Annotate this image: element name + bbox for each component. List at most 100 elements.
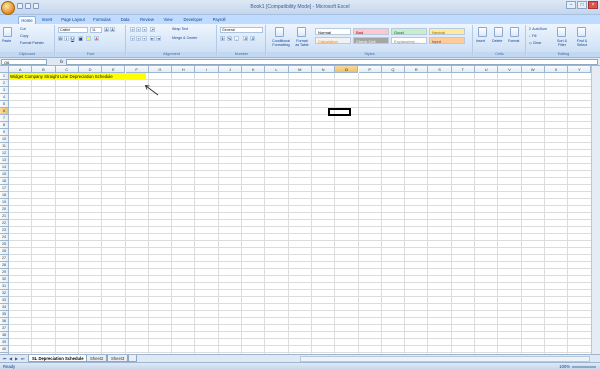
conditional-formatting-button[interactable]: Conditional Formatting [269,39,293,47]
column-header-n[interactable]: N [311,66,336,73]
row-header-28[interactable]: 28 [0,262,9,269]
row-header-6[interactable]: 6 [0,108,9,115]
row-header-13[interactable]: 13 [0,157,9,164]
column-header-s[interactable]: S [428,66,452,73]
cell-style-good[interactable]: Good [391,28,427,35]
row-header-2[interactable]: 2 [0,80,9,87]
row-header-36[interactable]: 36 [0,318,9,325]
row-header-29[interactable]: 29 [0,269,9,276]
currency-icon[interactable]: $ [220,36,225,41]
tab-review[interactable]: Review [137,16,157,24]
wrap-text-button[interactable]: Wrap Text [172,27,188,31]
column-header-m[interactable]: M [288,66,312,73]
tab-formulas[interactable]: Formulas [90,16,114,24]
formula-input[interactable] [66,59,598,65]
find-select-button[interactable]: Find & Select [574,39,590,47]
cell-style-bad[interactable]: Bad [353,28,389,35]
align-bottom-icon[interactable]: ≡ [142,27,147,32]
row-header-35[interactable]: 35 [0,311,9,318]
tab-developer[interactable]: Developer [180,16,206,24]
align-left-icon[interactable]: ≡ [130,36,135,41]
paste-icon[interactable] [3,27,12,37]
row-header-33[interactable]: 33 [0,297,9,304]
copy-button[interactable]: Copy [20,34,28,38]
row-header-14[interactable]: 14 [0,164,9,171]
font-color-icon[interactable]: A [94,36,99,41]
row-header-32[interactable]: 32 [0,290,9,297]
sheet-tab-sheet3[interactable]: Sheet3 [107,355,129,362]
cell-style-neutral[interactable]: Neutral [429,28,465,35]
borders-icon[interactable]: ▦ [78,36,83,41]
cell-style-check-cell[interactable]: Check Cell [353,37,389,44]
cell-style-input[interactable]: Input [429,37,465,44]
row-header-39[interactable]: 39 [0,339,9,346]
italic-icon[interactable]: I [64,36,69,41]
tab-page-layout[interactable]: Page Layout [59,16,87,24]
row-header-16[interactable]: 16 [0,178,9,185]
column-header-w[interactable]: W [521,66,545,73]
tab-data[interactable]: Data [118,16,132,24]
column-header-l[interactable]: L [265,66,289,73]
column-header-j[interactable]: J [218,66,242,73]
row-header-40[interactable]: 40 [0,346,9,353]
column-header-b[interactable]: B [32,66,56,73]
active-cell-cursor[interactable] [328,108,351,116]
row-header-27[interactable]: 27 [0,255,9,262]
align-middle-icon[interactable]: ≡ [136,27,141,32]
column-header-h[interactable]: H [172,66,196,73]
prev-sheet-icon[interactable]: ◀ [8,356,13,361]
column-header-k[interactable]: K [242,66,266,73]
decrease-indent-icon[interactable]: ⇤ [150,36,155,41]
row-header-37[interactable]: 37 [0,325,9,332]
paste-button[interactable]: Paste [2,39,11,43]
sort-filter-button[interactable]: Sort & Filter [554,39,570,47]
cell-style-calculation[interactable]: Calculation [315,37,351,44]
font-size-select[interactable]: 11 [90,27,102,33]
row-header-11[interactable]: 11 [0,143,9,150]
shrink-font-icon[interactable]: A [110,27,115,32]
column-header-y[interactable]: Y [568,66,591,73]
decrease-decimal-icon[interactable]: .0 [250,36,255,41]
tab-insert[interactable]: Insert [38,16,56,24]
row-header-20[interactable]: 20 [0,206,9,213]
column-header-o[interactable]: O [335,66,359,73]
row-header-34[interactable]: 34 [0,304,9,311]
column-header-v[interactable]: V [498,66,522,73]
column-header-r[interactable]: R [405,66,429,73]
row-header-5[interactable]: 5 [0,101,9,108]
comma-icon[interactable]: , [234,36,239,41]
column-header-e[interactable]: E [102,66,126,73]
row-header-17[interactable]: 17 [0,185,9,192]
clear-button[interactable]: ◇ Clear [529,41,541,45]
row-header-18[interactable]: 18 [0,192,9,199]
row-header-1[interactable]: 1 [0,73,9,80]
row-header-8[interactable]: 8 [0,122,9,129]
last-sheet-icon[interactable]: ⏭ [20,356,25,361]
close-icon[interactable]: × [588,1,598,9]
number-format-select[interactable]: General [220,27,263,33]
row-header-25[interactable]: 25 [0,241,9,248]
row-header-15[interactable]: 15 [0,171,9,178]
delete-button[interactable]: Delete [492,39,502,43]
find-select-icon[interactable] [577,27,586,37]
column-header-g[interactable]: G [148,66,173,73]
first-sheet-icon[interactable]: ⏮ [2,356,7,361]
bold-icon[interactable]: B [58,36,63,41]
zoom-level[interactable]: 100% [559,364,570,369]
column-header-d[interactable]: D [78,66,103,73]
grow-font-icon[interactable]: A [104,27,109,32]
row-header-31[interactable]: 31 [0,283,9,290]
maximize-icon[interactable]: □ [577,1,587,9]
tab-home[interactable]: Home [18,16,36,24]
vertical-scrollbar[interactable] [591,66,600,354]
row-header-26[interactable]: 26 [0,248,9,255]
sort-filter-icon[interactable] [557,27,566,37]
percent-icon[interactable]: % [227,36,232,41]
autosum-button[interactable]: Σ AutoSum [529,27,547,31]
row-header-12[interactable]: 12 [0,150,9,157]
column-header-u[interactable]: U [475,66,499,73]
minimize-icon[interactable]: – [566,1,576,9]
row-header-4[interactable]: 4 [0,94,9,101]
row-header-9[interactable]: 9 [0,129,9,136]
format-as-table-button[interactable]: Format as Table [294,39,310,47]
